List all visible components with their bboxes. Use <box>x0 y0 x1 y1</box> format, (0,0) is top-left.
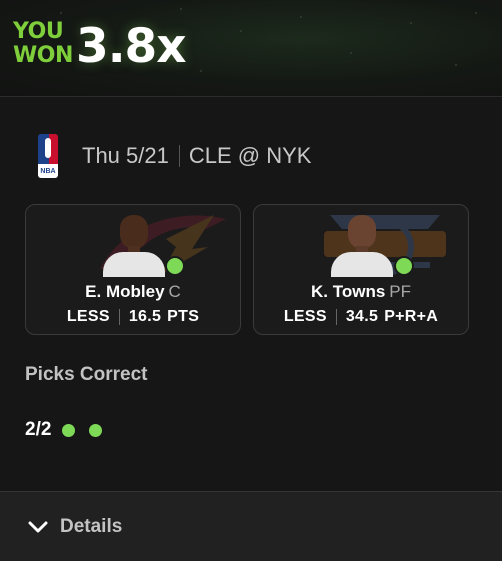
pick-hit-indicator <box>165 256 185 276</box>
player-photo <box>98 212 168 277</box>
player-position: PF <box>389 282 412 301</box>
details-toggle[interactable]: Details <box>0 491 502 561</box>
game-date: Thu 5/21 <box>82 143 169 168</box>
chevron-down-icon <box>28 521 48 532</box>
pick-stat: PTS <box>167 308 200 325</box>
player-info: E. Mobley C <box>26 281 240 303</box>
details-label: Details <box>60 515 123 537</box>
won-text: WON <box>13 43 73 68</box>
nba-logo-text: NBA <box>38 164 58 178</box>
background-speck <box>180 8 182 10</box>
background-speck <box>240 30 242 32</box>
background-speck <box>200 70 202 72</box>
background-speck <box>475 12 477 14</box>
pick-hit-indicator <box>394 256 414 276</box>
background-speck <box>410 22 412 24</box>
background-speck <box>300 16 302 18</box>
pick-line-value: 16.5 <box>128 308 162 325</box>
pick-line-value: 34.5 <box>345 308 379 325</box>
player-position: C <box>168 282 181 301</box>
picks-correct-title: Picks Correct <box>25 364 148 385</box>
pick-detail: LESS 16.5 PTS <box>26 306 240 328</box>
pick-direction: LESS <box>283 308 327 325</box>
nba-logo-icon: NBA <box>38 134 58 178</box>
background-speck <box>455 64 457 66</box>
payout-multiplier: 3.8x <box>76 19 187 74</box>
player-photo <box>326 212 396 277</box>
divider <box>335 309 337 325</box>
you-won-label: YOU WON <box>13 20 73 68</box>
player-info: K. Towns PF <box>254 281 468 303</box>
divider <box>178 145 180 167</box>
background-speck <box>60 12 62 14</box>
pick-stat: P+R+A <box>384 308 439 325</box>
pick-card-towns[interactable]: K. Towns PF LESS 34.5 P+R+A <box>253 204 469 335</box>
pick-correct-dot <box>62 423 76 437</box>
pick-correct-dot <box>89 423 103 437</box>
picks-correct-summary: 2/2 <box>25 417 116 443</box>
win-banner: YOU WON 3.8x <box>0 0 502 97</box>
divider <box>118 309 120 325</box>
pick-detail: LESS 34.5 P+R+A <box>254 306 468 328</box>
pick-direction: LESS <box>66 308 110 325</box>
background-speck <box>350 52 352 54</box>
player-name: E. Mobley <box>85 282 165 301</box>
you-text: YOU <box>13 19 64 44</box>
player-name: K. Towns <box>310 282 386 301</box>
pick-card-mobley[interactable]: E. Mobley C LESS 16.5 PTS <box>25 204 241 335</box>
game-matchup: CLE @ NYK <box>188 143 312 168</box>
picks-correct-count: 2/2 <box>25 419 52 440</box>
game-info: NBA Thu 5/21 CLE @ NYK <box>38 134 311 178</box>
